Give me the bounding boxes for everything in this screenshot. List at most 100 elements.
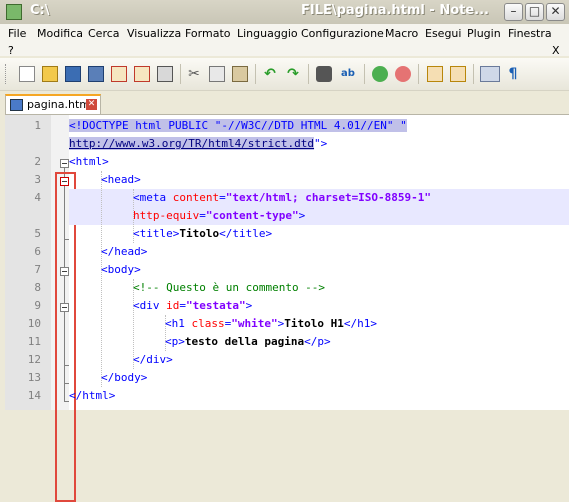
save-all-icon[interactable] xyxy=(88,66,104,82)
code-line-7: <body> xyxy=(101,261,141,279)
toolbar-separator xyxy=(308,64,309,84)
menu-help[interactable]: ? xyxy=(8,44,14,57)
code-line-3: <head> xyxy=(101,171,141,189)
menu-finestra[interactable]: Finestra xyxy=(508,27,552,40)
title-bar: C:\ FILE\pagina.html - Note... – □ ✕ xyxy=(0,0,569,24)
file-icon xyxy=(10,99,23,111)
close-icon[interactable] xyxy=(111,66,127,82)
code-line-4: <meta content="text/html; charset=ISO-88… xyxy=(133,191,432,204)
div-id-value: "testata" xyxy=(186,299,246,312)
save-icon[interactable] xyxy=(65,66,81,82)
html-open-tag: <html> xyxy=(69,155,109,168)
find-icon[interactable] xyxy=(316,66,332,82)
line-number: 10 xyxy=(27,317,41,330)
fold-toggle-html[interactable] xyxy=(60,159,69,168)
h1-close-tag: </h1> xyxy=(343,317,377,330)
code-line-8: <!-- Questo è un commento --> xyxy=(133,279,325,297)
menu-macro[interactable]: Macro xyxy=(385,27,418,40)
div-open-tag: <div xyxy=(133,299,160,312)
doctype-url[interactable]: http://www.w3.org/TR/html4/strict.dtd xyxy=(69,137,315,150)
menu-plugin[interactable]: Plugin xyxy=(467,27,501,40)
meta-end: > xyxy=(298,209,306,222)
menu-configurazione[interactable]: Configurazione xyxy=(301,27,384,40)
menu-cerca[interactable]: Cerca xyxy=(88,27,120,40)
close-window-button[interactable]: ✕ xyxy=(546,3,565,21)
menu-esegui[interactable]: Esegui xyxy=(425,27,461,40)
meta-equiv-value: "content-type" xyxy=(205,209,299,222)
toolbar-separator xyxy=(473,64,474,84)
menu-visualizza[interactable]: Visualizza xyxy=(127,27,181,40)
toolbar-separator xyxy=(255,64,256,84)
doctype-end: "> xyxy=(314,137,328,150)
code-view[interactable]: <!DOCTYPE html PUBLIC "-//W3C//DTD HTML … xyxy=(69,115,569,410)
zoom-out-icon[interactable] xyxy=(395,66,411,82)
indent-guide xyxy=(101,171,102,387)
code-line-1: <!DOCTYPE html PUBLIC "-//W3C//DTD HTML … xyxy=(69,117,407,135)
title-open-tag: <title> xyxy=(133,227,180,240)
menu-linguaggio[interactable]: Linguaggio xyxy=(237,27,298,40)
replace-icon[interactable]: ab xyxy=(340,66,356,82)
meta-content-attr: content xyxy=(172,191,220,204)
print-icon[interactable] xyxy=(157,66,173,82)
line-number: 14 xyxy=(27,389,41,402)
redo-icon[interactable]: ↷ xyxy=(285,66,301,82)
cut-icon[interactable]: ✂ xyxy=(186,66,202,82)
menu-modifica[interactable]: Modifica xyxy=(37,27,83,40)
notepad-app-icon xyxy=(6,4,22,20)
html-comment: <!-- Questo è un commento --> xyxy=(133,281,326,294)
div-tag-end: > xyxy=(245,299,253,312)
line-number: 1 xyxy=(34,119,41,132)
open-icon[interactable] xyxy=(42,66,58,82)
body-open-tag: <body> xyxy=(101,263,141,276)
div-close-tag: </div> xyxy=(133,353,173,366)
indent-guide xyxy=(133,189,134,243)
p-text: testo della pagina xyxy=(184,335,305,348)
tab-close-button[interactable]: ✕ xyxy=(86,99,97,110)
h1-open-tag: <h1 xyxy=(165,317,185,330)
meta-tag: <meta xyxy=(133,191,167,204)
code-line-5: <title>Titolo</title> xyxy=(133,225,272,243)
wrap-icon[interactable] xyxy=(480,66,500,82)
maximize-button[interactable]: □ xyxy=(525,3,544,21)
h1-text: Titolo H1 xyxy=(284,317,344,330)
line-number: 4 xyxy=(34,191,41,204)
head-close-tag: </head> xyxy=(101,245,148,258)
line-number: 9 xyxy=(34,299,41,312)
toolbar-separator xyxy=(418,64,419,84)
line-number: 11 xyxy=(27,335,41,348)
indent-guide xyxy=(133,279,134,369)
p-close-tag: </p> xyxy=(304,335,331,348)
undo-icon[interactable]: ↶ xyxy=(262,66,278,82)
menu-formato[interactable]: Formato xyxy=(185,27,231,40)
editor-area[interactable]: 1 2 3 4 5 6 7 8 9 10 11 12 13 14 <!DOCTY… xyxy=(5,114,569,502)
menu-bar: File Modifica Cerca Visualizza Formato L… xyxy=(0,24,569,57)
toolbar: ✂ ↶ ↷ ab ¶ xyxy=(0,58,569,91)
close-document-button[interactable]: X xyxy=(552,44,560,57)
tab-pagina-html[interactable]: pagina.html ✕ xyxy=(5,94,101,114)
doctype-text: <!DOCTYPE html PUBLIC "-//W3C//DTD HTML … xyxy=(69,119,407,132)
toolbar-separator xyxy=(364,64,365,84)
line-number: 2 xyxy=(34,155,41,168)
line-number: 3 xyxy=(34,173,41,186)
line-number: 7 xyxy=(34,263,41,276)
code-line-2: <html> xyxy=(69,153,109,171)
toolbar-grip xyxy=(5,64,9,84)
sync-h-icon[interactable] xyxy=(450,66,466,82)
html-close-tag: </html> xyxy=(69,389,116,402)
minimize-button[interactable]: – xyxy=(504,3,523,21)
sync-v-icon[interactable] xyxy=(427,66,443,82)
h1-class-value: "white" xyxy=(231,317,278,330)
paste-icon[interactable] xyxy=(232,66,248,82)
copy-icon[interactable] xyxy=(209,66,225,82)
code-line-14: </html> xyxy=(69,387,115,405)
menu-file[interactable]: File xyxy=(8,27,26,40)
close-all-icon[interactable] xyxy=(134,66,150,82)
show-symbols-icon[interactable]: ¶ xyxy=(505,66,521,82)
zoom-in-icon[interactable] xyxy=(372,66,388,82)
new-icon[interactable] xyxy=(19,66,35,82)
title-close-tag: </title> xyxy=(219,227,273,240)
code-line-1-wrap: http://www.w3.org/TR/html4/strict.dtd"> xyxy=(69,135,327,153)
code-line-9: <div id="testata"> xyxy=(133,299,253,312)
code-line-11: <p>testo della pagina</p> xyxy=(165,333,331,351)
meta-content-value: "text/html; charset=ISO-8859-1" xyxy=(225,191,432,204)
